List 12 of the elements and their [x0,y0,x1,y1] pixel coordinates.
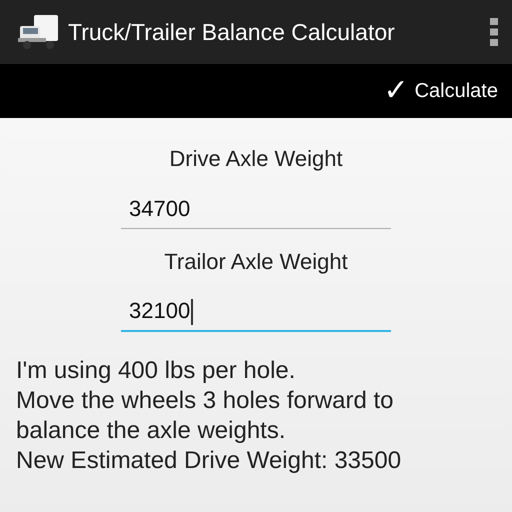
weight-input-field[interactable]: 32100 [121,292,391,332]
weight-input-field[interactable]: 34700 [121,189,391,229]
field-label: Trailor Axle Weight [163,248,349,276]
field-label: Drive Axle Weight [168,145,344,173]
text-cursor [190,299,192,325]
result-text: Move the wheels 3 holes forward to [16,386,395,416]
app-title: Truck/Trailer Balance Calculator [68,18,396,47]
result-text: New Estimated Drive Weight: 33500 [16,446,402,476]
truck-icon [16,12,60,52]
overflow-menu-icon[interactable] [490,18,498,46]
result-text: I'm using 400 lbs per hole. [16,356,296,386]
result-text: balance the axle weights. [16,416,287,446]
